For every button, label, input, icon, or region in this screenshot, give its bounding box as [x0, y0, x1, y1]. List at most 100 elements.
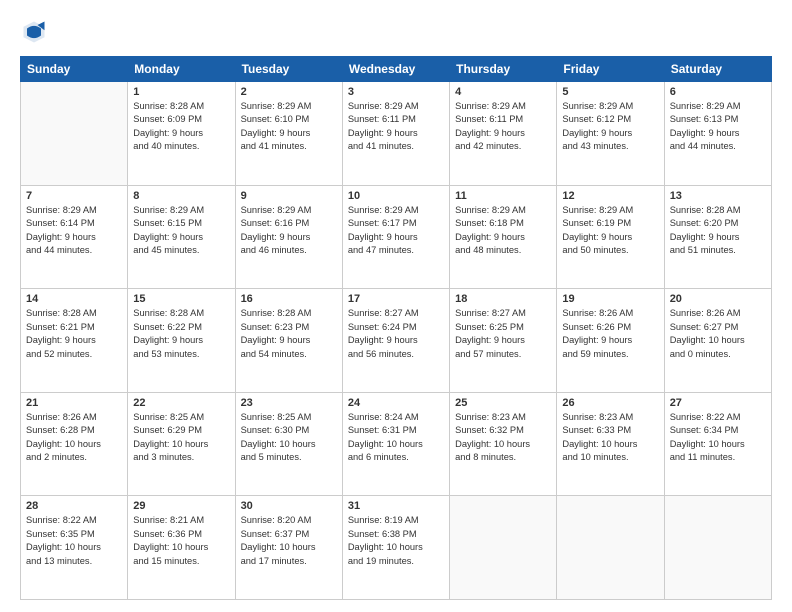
day-info: Sunrise: 8:23 AMSunset: 6:33 PMDaylight:… [562, 411, 658, 465]
day-info: Sunrise: 8:21 AMSunset: 6:36 PMDaylight:… [133, 514, 229, 568]
calendar-cell: 8 Sunrise: 8:29 AMSunset: 6:15 PMDaylight… [128, 185, 235, 289]
calendar-cell: 20 Sunrise: 8:26 AMSunset: 6:27 PMDayligh… [664, 289, 771, 393]
calendar-cell: 5 Sunrise: 8:29 AMSunset: 6:12 PMDaylight… [557, 82, 664, 186]
week-row-4: 21 Sunrise: 8:26 AMSunset: 6:28 PMDayligh… [21, 392, 772, 496]
calendar-cell: 7Sunrise: 8:29 AMSunset: 6:14 PMDaylight… [21, 185, 128, 289]
day-info: Sunrise: 8:22 AMSunset: 6:34 PMDaylight:… [670, 411, 766, 465]
day-number: 14 [26, 293, 122, 305]
day-info: Sunrise: 8:28 AMSunset: 6:20 PMDaylight:… [670, 204, 766, 258]
calendar-cell: 21 Sunrise: 8:26 AMSunset: 6:28 PMDayligh… [21, 392, 128, 496]
day-number: 3 [348, 86, 444, 98]
calendar-cell: 30Sunrise: 8:20 AMSunset: 6:37 PMDayligh… [235, 496, 342, 600]
weekday-header-monday: Monday [128, 57, 235, 82]
day-info: Sunrise: 8:24 AMSunset: 6:31 PMDaylight:… [348, 411, 444, 465]
calendar-cell: 31 Sunrise: 8:19 AMSunset: 6:38 PMDayligh… [342, 496, 449, 600]
calendar-cell: 27 Sunrise: 8:22 AMSunset: 6:34 PMDayligh… [664, 392, 771, 496]
day-number: 27 [670, 397, 766, 409]
weekday-header-friday: Friday [557, 57, 664, 82]
calendar-cell: 14Sunrise: 8:28 AMSunset: 6:21 PMDayligh… [21, 289, 128, 393]
day-number: 17 [348, 293, 444, 305]
day-info: Sunrise: 8:27 AMSunset: 6:24 PMDaylight:… [348, 307, 444, 361]
day-number: 18 [455, 293, 551, 305]
calendar-cell: 13 Sunrise: 8:28 AMSunset: 6:20 PMDayligh… [664, 185, 771, 289]
day-info: Sunrise: 8:29 AMSunset: 6:18 PMDaylight:… [455, 204, 551, 258]
calendar-cell: 4Sunrise: 8:29 AMSunset: 6:11 PMDaylight… [450, 82, 557, 186]
logo-icon [20, 18, 48, 46]
calendar-cell: 6Sunrise: 8:29 AMSunset: 6:13 PMDaylight… [664, 82, 771, 186]
logo [20, 18, 52, 46]
calendar-cell: 24Sunrise: 8:24 AMSunset: 6:31 PMDayligh… [342, 392, 449, 496]
day-number: 11 [455, 190, 551, 202]
calendar-cell: 12 Sunrise: 8:29 AMSunset: 6:19 PMDayligh… [557, 185, 664, 289]
calendar-cell: 25 Sunrise: 8:23 AMSunset: 6:32 PMDayligh… [450, 392, 557, 496]
day-number: 25 [455, 397, 551, 409]
day-info: Sunrise: 8:26 AMSunset: 6:27 PMDaylight:… [670, 307, 766, 361]
day-number: 19 [562, 293, 658, 305]
day-number: 10 [348, 190, 444, 202]
calendar-cell: 26Sunrise: 8:23 AMSunset: 6:33 PMDayligh… [557, 392, 664, 496]
day-info: Sunrise: 8:19 AMSunset: 6:38 PMDaylight:… [348, 514, 444, 568]
weekday-header-thursday: Thursday [450, 57, 557, 82]
week-row-1: 1 Sunrise: 8:28 AMSunset: 6:09 PMDaylight… [21, 82, 772, 186]
week-row-2: 7Sunrise: 8:29 AMSunset: 6:14 PMDaylight… [21, 185, 772, 289]
calendar-cell: 22 Sunrise: 8:25 AMSunset: 6:29 PMDayligh… [128, 392, 235, 496]
day-number: 12 [562, 190, 658, 202]
day-info: Sunrise: 8:26 AMSunset: 6:28 PMDaylight:… [26, 411, 122, 465]
week-row-5: 28 Sunrise: 8:22 AMSunset: 6:35 PMDayligh… [21, 496, 772, 600]
calendar-cell: 17 Sunrise: 8:27 AMSunset: 6:24 PMDayligh… [342, 289, 449, 393]
calendar-cell: 19 Sunrise: 8:26 AMSunset: 6:26 PMDayligh… [557, 289, 664, 393]
day-info: Sunrise: 8:28 AMSunset: 6:22 PMDaylight:… [133, 307, 229, 361]
calendar-cell: 15 Sunrise: 8:28 AMSunset: 6:22 PMDayligh… [128, 289, 235, 393]
day-info: Sunrise: 8:26 AMSunset: 6:26 PMDaylight:… [562, 307, 658, 361]
day-info: Sunrise: 8:28 AMSunset: 6:23 PMDaylight:… [241, 307, 337, 361]
day-info: Sunrise: 8:25 AMSunset: 6:30 PMDaylight:… [241, 411, 337, 465]
weekday-header-wednesday: Wednesday [342, 57, 449, 82]
calendar-table: SundayMondayTuesdayWednesdayThursdayFrid… [20, 56, 772, 600]
calendar-cell: 11 Sunrise: 8:29 AMSunset: 6:18 PMDayligh… [450, 185, 557, 289]
day-number: 31 [348, 500, 444, 512]
day-info: Sunrise: 8:22 AMSunset: 6:35 PMDaylight:… [26, 514, 122, 568]
day-info: Sunrise: 8:29 AMSunset: 6:19 PMDaylight:… [562, 204, 658, 258]
weekday-header-sunday: Sunday [21, 57, 128, 82]
day-info: Sunrise: 8:29 AMSunset: 6:13 PMDaylight:… [670, 100, 766, 154]
day-number: 8 [133, 190, 229, 202]
day-number: 1 [133, 86, 229, 98]
day-number: 16 [241, 293, 337, 305]
calendar-cell: 10 Sunrise: 8:29 AMSunset: 6:17 PMDayligh… [342, 185, 449, 289]
day-info: Sunrise: 8:29 AMSunset: 6:17 PMDaylight:… [348, 204, 444, 258]
calendar-cell: 23Sunrise: 8:25 AMSunset: 6:30 PMDayligh… [235, 392, 342, 496]
calendar-cell: 2 Sunrise: 8:29 AMSunset: 6:10 PMDaylight… [235, 82, 342, 186]
calendar-cell [557, 496, 664, 600]
day-info: Sunrise: 8:29 AMSunset: 6:10 PMDaylight:… [241, 100, 337, 154]
day-number: 20 [670, 293, 766, 305]
calendar-cell: 9Sunrise: 8:29 AMSunset: 6:16 PMDaylight… [235, 185, 342, 289]
day-number: 29 [133, 500, 229, 512]
week-row-3: 14Sunrise: 8:28 AMSunset: 6:21 PMDayligh… [21, 289, 772, 393]
calendar-cell: 28 Sunrise: 8:22 AMSunset: 6:35 PMDayligh… [21, 496, 128, 600]
day-info: Sunrise: 8:29 AMSunset: 6:15 PMDaylight:… [133, 204, 229, 258]
calendar-cell: 29 Sunrise: 8:21 AMSunset: 6:36 PMDayligh… [128, 496, 235, 600]
day-number: 22 [133, 397, 229, 409]
day-number: 9 [241, 190, 337, 202]
weekday-header-tuesday: Tuesday [235, 57, 342, 82]
day-number: 5 [562, 86, 658, 98]
day-info: Sunrise: 8:23 AMSunset: 6:32 PMDaylight:… [455, 411, 551, 465]
day-info: Sunrise: 8:29 AMSunset: 6:12 PMDaylight:… [562, 100, 658, 154]
calendar-cell [664, 496, 771, 600]
weekday-header-saturday: Saturday [664, 57, 771, 82]
day-number: 7 [26, 190, 122, 202]
day-info: Sunrise: 8:29 AMSunset: 6:11 PMDaylight:… [455, 100, 551, 154]
day-info: Sunrise: 8:28 AMSunset: 6:09 PMDaylight:… [133, 100, 229, 154]
day-number: 13 [670, 190, 766, 202]
day-number: 21 [26, 397, 122, 409]
calendar-cell [450, 496, 557, 600]
day-number: 30 [241, 500, 337, 512]
calendar-cell: 1 Sunrise: 8:28 AMSunset: 6:09 PMDaylight… [128, 82, 235, 186]
day-info: Sunrise: 8:27 AMSunset: 6:25 PMDaylight:… [455, 307, 551, 361]
day-number: 2 [241, 86, 337, 98]
calendar-cell [21, 82, 128, 186]
day-number: 15 [133, 293, 229, 305]
day-number: 28 [26, 500, 122, 512]
calendar-cell: 3Sunrise: 8:29 AMSunset: 6:11 PMDaylight… [342, 82, 449, 186]
day-info: Sunrise: 8:25 AMSunset: 6:29 PMDaylight:… [133, 411, 229, 465]
